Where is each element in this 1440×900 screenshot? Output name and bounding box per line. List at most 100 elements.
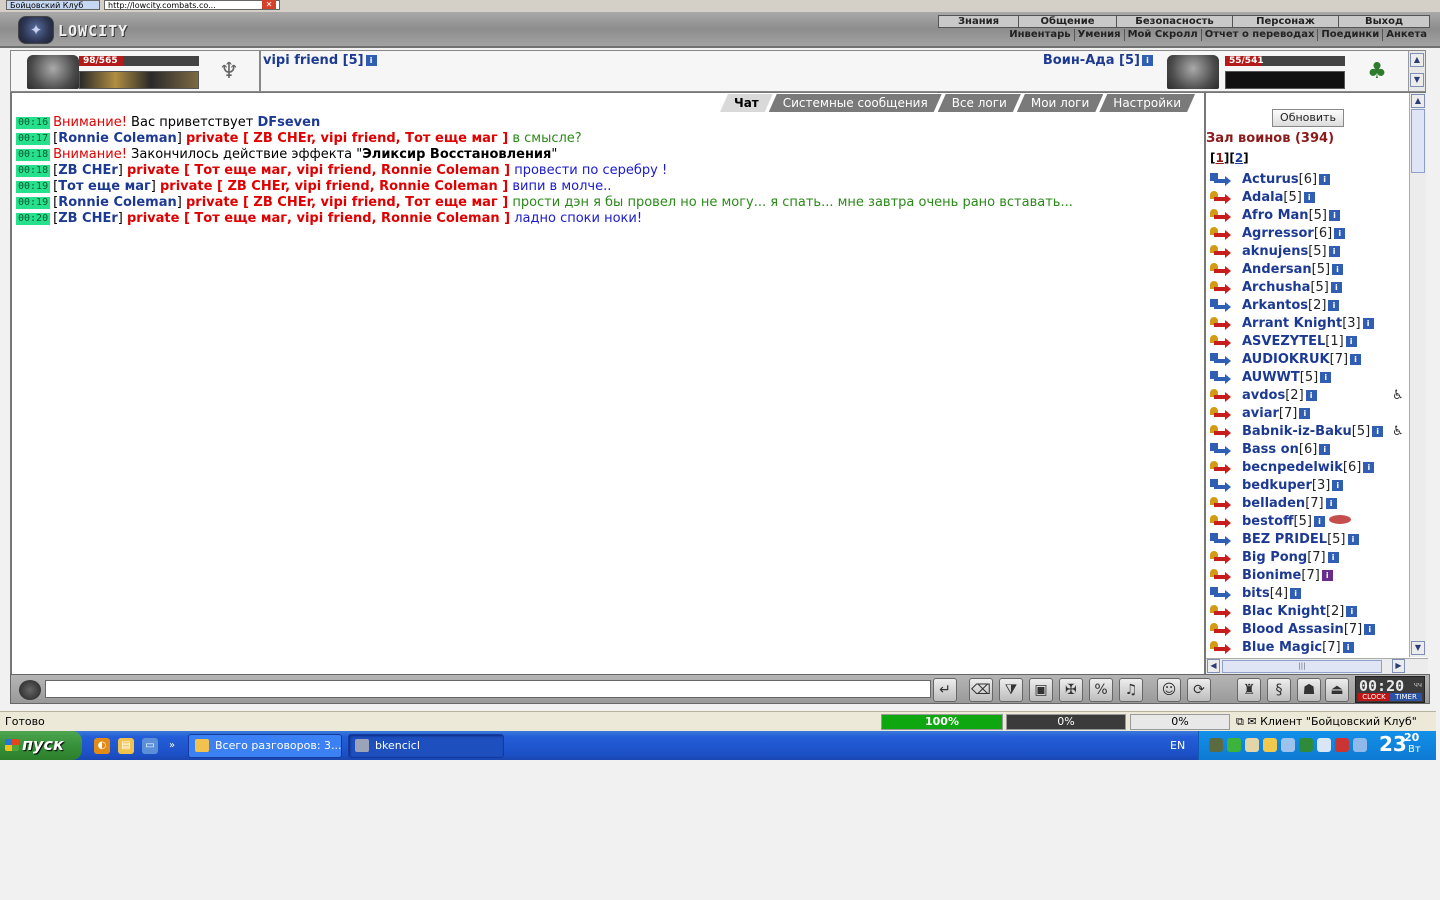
info-icon[interactable]: i	[1347, 534, 1359, 545]
status-arrow-blue-icon[interactable]	[1210, 479, 1231, 493]
player-nick[interactable]: Andersan	[1242, 262, 1312, 277]
player-list-name[interactable]: Blue Magic[7] i	[1242, 639, 1354, 657]
fighter-icon[interactable]: ✠	[1059, 678, 1083, 702]
list-item[interactable]: bits[4] i	[1206, 585, 1410, 603]
status-arrow-blue-icon[interactable]	[1210, 587, 1231, 601]
player-list-name[interactable]: avdos[2] i	[1242, 387, 1317, 405]
list-item[interactable]: Big Pong[7] i	[1206, 549, 1410, 567]
list-item[interactable]: belladen[7] i	[1206, 495, 1410, 513]
status-arrow-red-icon[interactable]	[1210, 461, 1231, 475]
info-icon[interactable]: i	[1332, 480, 1344, 491]
tab-system-messages[interactable]: Системные сообщения	[769, 94, 942, 112]
list-item[interactable]: aviar[7] i	[1206, 405, 1410, 423]
list-item[interactable]: bestoff[5] i	[1206, 513, 1410, 531]
taskbar-window-bkencicl[interactable]: bkencicl	[348, 734, 504, 758]
status-arrow-red-icon[interactable]	[1210, 623, 1231, 637]
network-icon[interactable]	[1299, 738, 1313, 752]
player-list-name[interactable]: bestoff[5] i	[1242, 513, 1351, 531]
list-item[interactable]: aknujens[5] i	[1206, 243, 1410, 261]
browser-tab-1[interactable]: Бойцовский Клуб	[6, 0, 100, 10]
player-nick[interactable]: Adala	[1242, 190, 1283, 205]
status-arrow-red-icon[interactable]	[1210, 641, 1231, 655]
list-item[interactable]: avdos[2] i ♿	[1206, 387, 1410, 405]
player-list-name[interactable]: Agrressor[6] i	[1242, 225, 1346, 243]
message-author[interactable]: Ronnie Coleman	[58, 195, 177, 210]
player-list-name[interactable]: Andersan[5] i	[1242, 261, 1344, 279]
message-author[interactable]: Ronnie Coleman	[58, 131, 177, 146]
send-icon[interactable]: ↵	[933, 678, 957, 702]
tab-settings[interactable]: Настройки	[1099, 94, 1195, 112]
volume-icon[interactable]	[1281, 738, 1295, 752]
private-recipients[interactable]: private [ ZB CHEr, vipi friend, Ronnie C…	[160, 179, 508, 194]
player-nick[interactable]: bits	[1242, 586, 1270, 601]
info-icon[interactable]: i	[365, 55, 377, 66]
browser-tab-2[interactable]: http://lowcity.combats.co...	[104, 0, 280, 10]
scroll-down-icon[interactable]: ▼	[1410, 73, 1424, 87]
player-list-name[interactable]: Babnik-iz-Baku[5] i	[1242, 423, 1384, 441]
info-icon[interactable]: i	[1290, 588, 1302, 599]
clock-hour[interactable]: 23	[1379, 733, 1407, 755]
player-list-name[interactable]: Big Pong[7] i	[1242, 549, 1339, 567]
player-list-name[interactable]: bits[4] i	[1242, 585, 1302, 603]
submenu-inventar[interactable]: Инвентарь	[1006, 29, 1075, 41]
info-icon[interactable]: i	[1342, 642, 1354, 653]
player-nick[interactable]: AUDIOKRUK	[1242, 352, 1330, 367]
scroll-right-icon[interactable]: ▶	[1392, 659, 1405, 673]
player-nick[interactable]: Blac Knight	[1242, 604, 1326, 619]
opponent-name-text[interactable]: Воин-Ада [5]	[1043, 53, 1140, 68]
player-nick[interactable]: BEZ PRIDEL	[1242, 532, 1327, 547]
refresh-button[interactable]: Обновить	[1272, 109, 1344, 127]
scroll-up-icon[interactable]: ▲	[1410, 53, 1424, 67]
player-list-name[interactable]: AUWWT[5] i	[1242, 369, 1332, 387]
list-item[interactable]: Bionime[7] i	[1206, 567, 1410, 585]
player-nick[interactable]: Babnik-iz-Baku	[1242, 424, 1352, 439]
opponent-name[interactable]: Воин-Ада [5] i	[1043, 53, 1153, 68]
player-nick[interactable]: bestoff	[1242, 514, 1294, 529]
info-icon[interactable]: i	[1320, 372, 1332, 383]
status-arrow-red-icon[interactable]	[1210, 569, 1231, 583]
info-icon[interactable]: i	[1321, 570, 1333, 581]
player-list-name[interactable]: ASVEZYTEL[1] i	[1242, 333, 1357, 351]
opponent-equipment-slots[interactable]	[1225, 71, 1345, 89]
player-list-name[interactable]: BEZ PRIDEL[5] i	[1242, 531, 1359, 549]
info-icon[interactable]: i	[1303, 192, 1315, 203]
list-item[interactable]: Bass on[6] i	[1206, 441, 1410, 459]
player-list-scrollbar[interactable]: ▲ ▼	[1409, 93, 1426, 657]
submenu-anketa[interactable]: Анкета	[1383, 29, 1430, 41]
player-list-name[interactable]: Adala[5] i	[1242, 189, 1315, 207]
player-list-name[interactable]: Arrant Knight[3] i	[1242, 315, 1374, 333]
player-avatar[interactable]	[27, 55, 79, 89]
player-list-name[interactable]: Blac Knight[2] i	[1242, 603, 1358, 621]
filter-icon[interactable]: ⧩	[999, 678, 1023, 702]
message-author[interactable]: DFseven	[257, 115, 320, 130]
hscroll-thumb[interactable]: |||	[1222, 660, 1382, 673]
player-nick[interactable]: AUWWT	[1242, 370, 1300, 385]
list-item[interactable]: Afro Man[5] i	[1206, 207, 1410, 225]
chat-input[interactable]	[45, 680, 931, 698]
player-list-name[interactable]: Archusha[5] i	[1242, 279, 1342, 297]
player-list-name[interactable]: Acturus[6] i	[1242, 171, 1331, 189]
player-nick[interactable]: Agrressor	[1242, 226, 1314, 241]
player-name[interactable]: vipi friend [5] i	[263, 53, 377, 68]
player-nick[interactable]: Acturus	[1242, 172, 1299, 187]
info-icon[interactable]: i	[1319, 174, 1331, 185]
list-item[interactable]: Arrant Knight[3] i	[1206, 315, 1410, 333]
list-item[interactable]: Blac Knight[2] i	[1206, 603, 1410, 621]
player-list-name[interactable]: belladen[7] i	[1242, 495, 1337, 513]
start-button[interactable]: пуск	[0, 731, 82, 760]
status-arrow-red-icon[interactable]	[1210, 407, 1231, 421]
status-arrow-red-icon[interactable]	[1210, 317, 1231, 331]
player-list-name[interactable]: Bionime[7] i	[1242, 567, 1333, 585]
list-item[interactable]: Babnik-iz-Baku[5] i ♿	[1206, 423, 1410, 441]
player-nick[interactable]: Arrant Knight	[1242, 316, 1342, 331]
status-arrow-blue-icon[interactable]	[1210, 353, 1231, 367]
timer-label[interactable]: TIMER	[1390, 693, 1422, 701]
player-nick[interactable]: bedkuper	[1242, 478, 1312, 493]
message-author[interactable]: Тот еще маг	[58, 179, 151, 194]
menu-personazh[interactable]: Персонаж	[1233, 16, 1339, 27]
private-recipients[interactable]: private [ ZB CHEr, vipi friend, Тот еще …	[186, 131, 508, 146]
private-recipients[interactable]: private [ Тот еще маг, vipi friend, Ronn…	[127, 211, 510, 226]
tab-all-logs[interactable]: Все логи	[938, 94, 1021, 112]
message-author[interactable]: ZB CHEr	[58, 163, 118, 178]
player-list-name[interactable]: Bass on[6] i	[1242, 441, 1331, 459]
